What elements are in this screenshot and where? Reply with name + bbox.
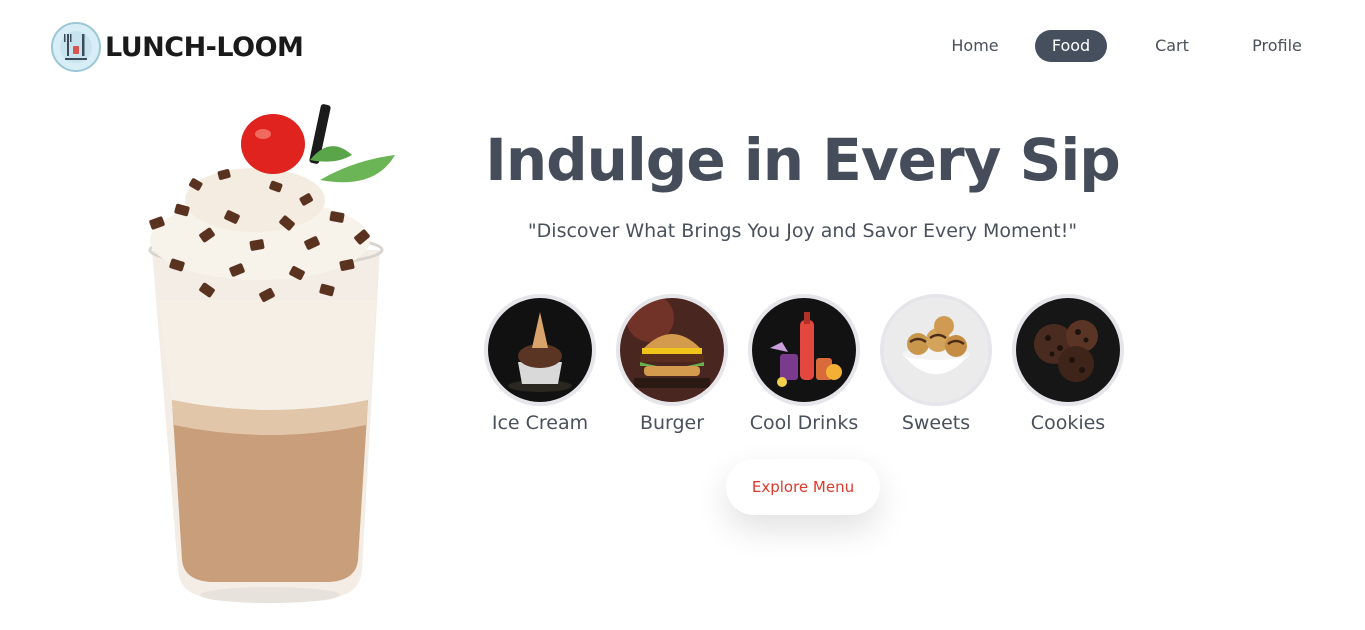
chocolate-milkshake-image: [130, 100, 405, 605]
fork-knife-logo-icon: [51, 22, 101, 72]
category-burger[interactable]: Burger: [612, 294, 732, 434]
cookies-image: [1012, 294, 1124, 406]
ice-cream-image: [484, 294, 596, 406]
header: LUNCH-LOOM Home Food Cart Profile: [0, 0, 1365, 92]
nav-cart[interactable]: Cart: [1136, 30, 1208, 62]
sweets-image: [880, 294, 992, 406]
category-label: Sweets: [901, 412, 971, 434]
category-label: Burger: [639, 412, 705, 434]
category-list: Ice Cream Burger Cool Drinks Sweets Cook…: [480, 294, 1130, 434]
brand-logo[interactable]: LUNCH-LOOM: [51, 22, 304, 72]
category-cookies[interactable]: Cookies: [1008, 294, 1128, 434]
category-label: Ice Cream: [491, 412, 589, 434]
explore-menu-button[interactable]: Explore Menu: [726, 459, 880, 515]
category-ice-cream[interactable]: Ice Cream: [480, 294, 600, 434]
nav-food[interactable]: Food: [1035, 30, 1107, 62]
nav-profile[interactable]: Profile: [1241, 30, 1313, 62]
category-label: Cookies: [1030, 412, 1106, 434]
brand-name: LUNCH-LOOM: [105, 31, 304, 63]
hero-tagline: "Discover What Brings You Joy and Savor …: [527, 220, 1078, 242]
category-sweets[interactable]: Sweets: [876, 294, 996, 434]
burger-image: [616, 294, 728, 406]
category-cool-drinks[interactable]: Cool Drinks: [744, 294, 864, 434]
nav-home[interactable]: Home: [939, 30, 1011, 62]
cool-drinks-image: [748, 294, 860, 406]
hero-headline: Indulge in Every Sip: [485, 126, 1121, 194]
category-label: Cool Drinks: [749, 412, 859, 434]
